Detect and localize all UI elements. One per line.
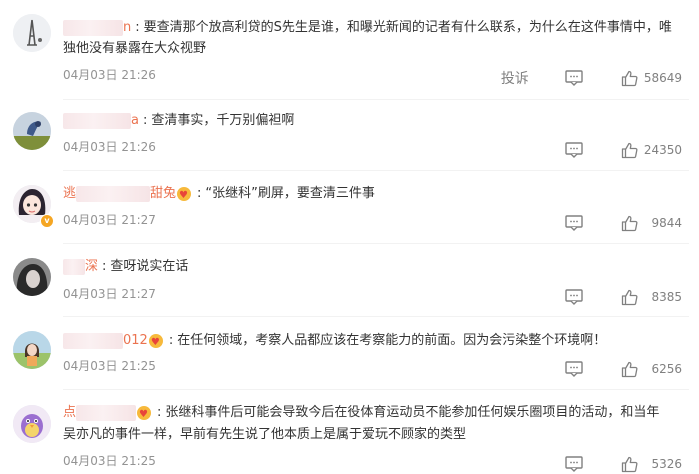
like-icon[interactable]: [621, 361, 638, 378]
comment-actions: 5326: [565, 455, 682, 473]
user-name[interactable]: 深: [63, 256, 98, 278]
verified-badge-icon: v: [40, 214, 54, 228]
fan-badge-icon: [177, 185, 192, 207]
comment-time: 04月03日 21:26: [63, 68, 156, 82]
comment-icon[interactable]: [565, 215, 583, 231]
avatar-girl-image: [13, 331, 51, 369]
avatar-portrait-image: [13, 258, 51, 296]
comment-text: “张继科”刷屏，要查清三件事: [205, 186, 375, 201]
avatar[interactable]: [13, 14, 51, 52]
comment-text-line-2: 吴亦凡的事件一样，早前有先生说了他本质上是属于爱玩不顾家的类型: [63, 424, 466, 446]
like-count: 6256: [651, 362, 682, 376]
fan-badge-icon: [137, 404, 152, 426]
colon: :: [135, 20, 140, 35]
like-icon[interactable]: [621, 142, 638, 159]
comment-icon[interactable]: [565, 289, 583, 305]
like-count: 8385: [651, 290, 682, 304]
avatar[interactable]: [13, 258, 51, 296]
comment-time: 04月03日 21:27: [63, 287, 156, 301]
user-name[interactable]: 点: [63, 402, 137, 424]
like-count: 5326: [651, 457, 682, 471]
user-name[interactable]: 012: [63, 330, 148, 352]
comment-text: 查呀说实在话: [110, 259, 189, 274]
like-count: 9844: [651, 216, 682, 230]
comment-actions: 6256: [565, 360, 682, 378]
comment-text: 要查清那个放高利贷的S先生是谁，和曝光新闻的记者有什么联系，为什么在这件事情中，…: [143, 20, 672, 35]
comment-text: 查清事实，千万别偏袒啊: [151, 113, 295, 128]
divider: [63, 389, 689, 390]
comment-time: 04月03日 21:26: [63, 140, 156, 154]
colon: :: [168, 333, 174, 348]
user-name[interactable]: a: [63, 110, 139, 132]
avatar[interactable]: [13, 331, 51, 369]
comment-actions: 9844: [565, 214, 682, 232]
comment-icon[interactable]: [565, 456, 583, 472]
colon: :: [157, 405, 162, 420]
divider: [63, 99, 689, 100]
comment-text-continued: 独他没有暴露在大众视野: [63, 41, 207, 56]
colon: :: [142, 113, 148, 128]
divider: [63, 170, 689, 171]
avatar-bird-cartoon-image: [13, 405, 51, 443]
avatar-bird-image: [13, 112, 51, 150]
divider: [63, 243, 689, 244]
comment-text-line: 点:张继科事件后可能会导致今后在役体育运动员不能参加任何娱乐圈项目的活动，和当年: [63, 402, 660, 426]
comment-icon[interactable]: [565, 142, 583, 158]
user-name[interactable]: 逃甜兔: [63, 183, 176, 205]
user-name[interactable]: n: [63, 17, 131, 39]
colon: :: [102, 259, 107, 274]
comment-time: 04月03日 21:27: [63, 213, 156, 227]
comment-text-continued: 吴亦凡的事件一样，早前有先生说了他本质上是属于爱玩不顾家的类型: [63, 427, 467, 442]
like-count: 24350: [643, 143, 682, 157]
comment-actions: 投诉 58649: [501, 69, 682, 87]
report-button[interactable]: 投诉: [501, 68, 529, 88]
comment-text-line-2: 独他没有暴露在大众视野: [63, 38, 206, 60]
comment-text-line: 012:在任何领域，考察人品都应该在考察能力的前面。因为会污染整个环境啊！: [63, 330, 607, 354]
comment-text-line: a: 查清事实，千万别偏袒啊: [63, 110, 294, 132]
comment-text: 张继科事件后可能会导致今后在役体育运动员不能参加任何娱乐圈项目的活动，和当年: [165, 405, 660, 420]
avatar[interactable]: [13, 112, 51, 150]
comment-time: 04月03日 21:25: [63, 454, 156, 468]
avatar[interactable]: [13, 405, 51, 443]
divider: [63, 316, 689, 317]
comment-actions: 8385: [565, 288, 682, 306]
comment-icon[interactable]: [565, 70, 583, 86]
comment-text-line: 深: 查呀说实在话: [63, 256, 188, 278]
comment-time: 04月03日 21:25: [63, 359, 156, 373]
like-icon[interactable]: [621, 70, 638, 87]
like-icon[interactable]: [621, 456, 638, 473]
comment-text: 在任何领域，考察人品都应该在考察能力的前面。因为会污染整个环境啊！: [177, 333, 607, 348]
comment-actions: 24350: [565, 141, 682, 159]
avatar-eiffel-image: [13, 14, 51, 52]
like-icon[interactable]: [621, 215, 638, 232]
like-count: 58649: [643, 71, 682, 85]
fan-badge-icon: [148, 332, 163, 354]
comment-text-line: 逃甜兔:“张继科”刷屏，要查清三件事: [63, 183, 375, 207]
comment-text-line: n: 要查清那个放高利贷的S先生是谁，和曝光新闻的记者有什么联系，为什么在这件事情…: [63, 17, 672, 39]
comment-icon[interactable]: [565, 361, 583, 377]
colon: :: [197, 186, 202, 201]
like-icon[interactable]: [621, 289, 638, 306]
